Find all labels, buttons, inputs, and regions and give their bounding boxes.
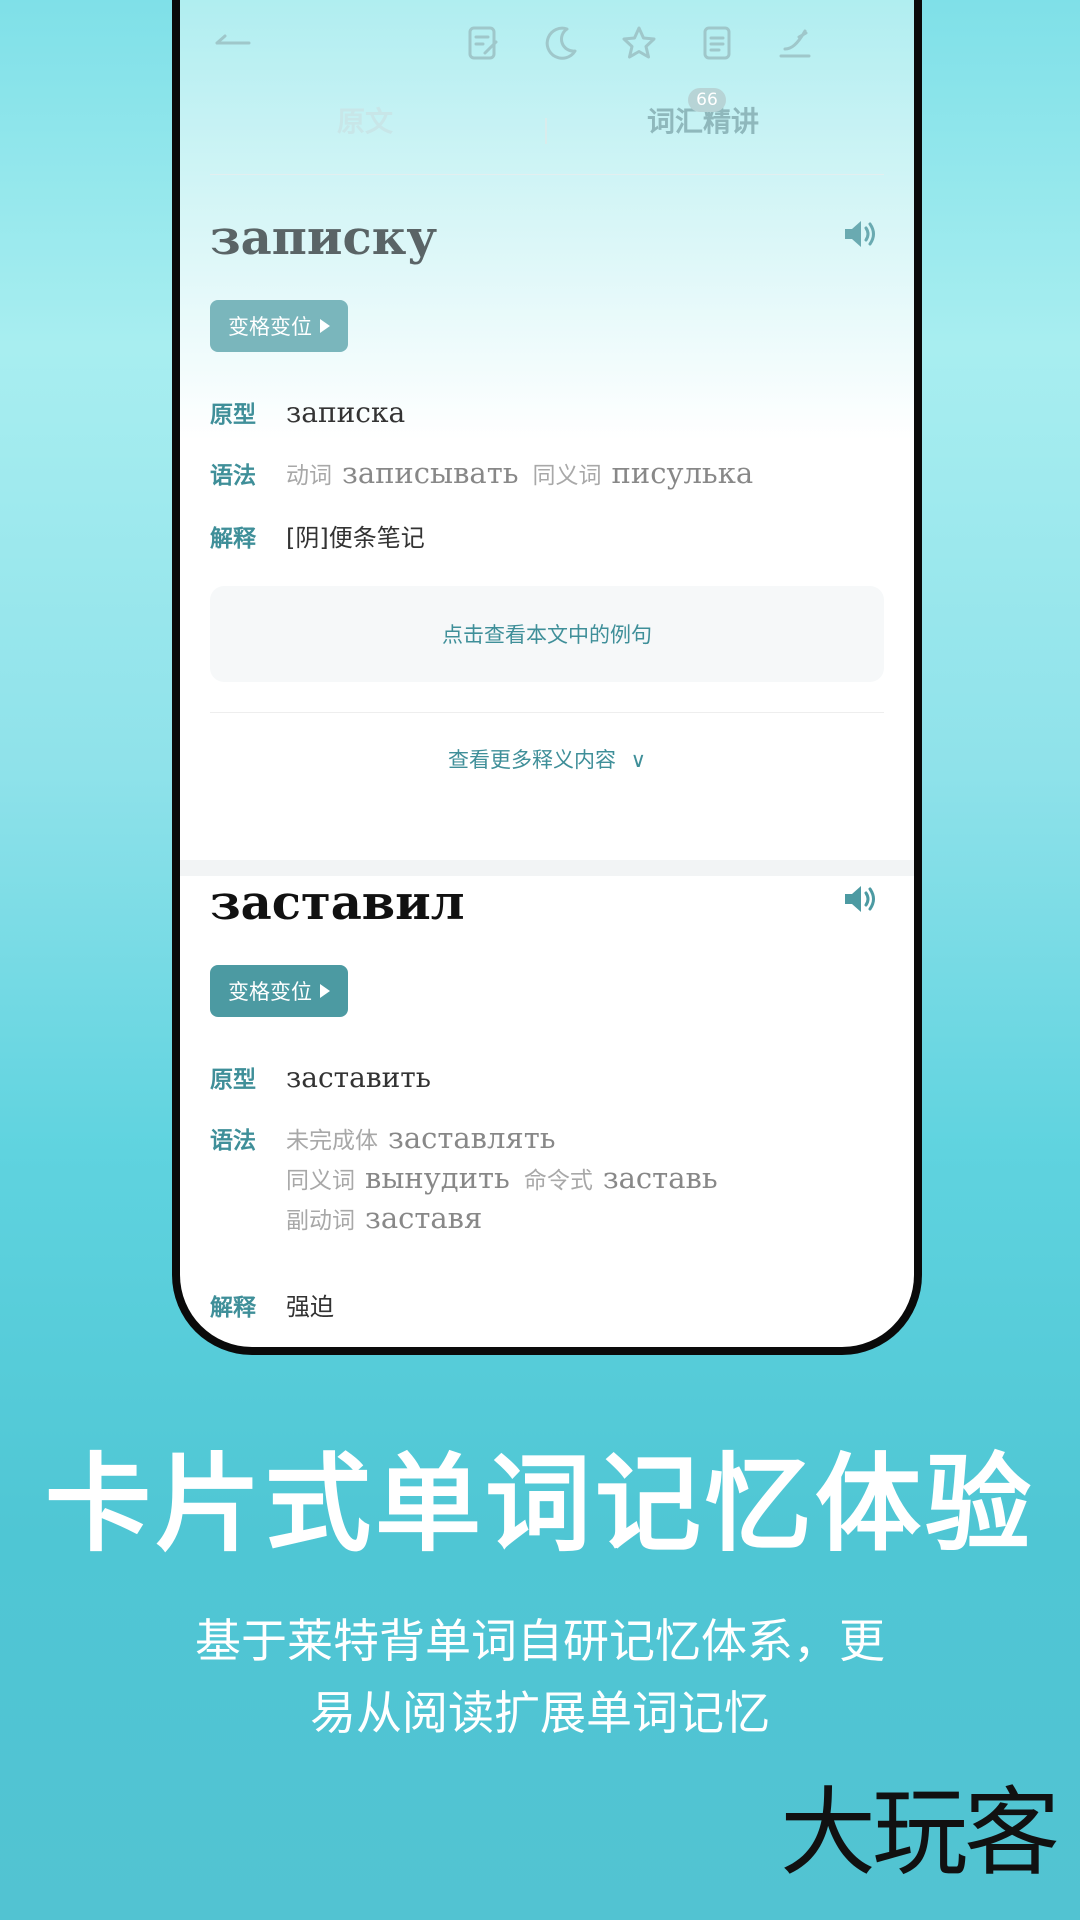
meaning-value: [阴]便条笔记	[286, 524, 425, 552]
card-gap	[180, 860, 914, 876]
grammar-line: 副动词 заставя	[286, 1201, 732, 1235]
promo-subline-2: 易从阅读扩展单词记忆	[310, 1686, 770, 1740]
meaning-row: 解释 [阴]便条笔记	[210, 518, 884, 553]
meaning-label: 解释	[210, 1295, 256, 1321]
meaning-row: 解释 强迫	[210, 1287, 884, 1322]
base-form-row: 原型 заставить	[210, 1060, 884, 1094]
grammar-word[interactable]: заставь	[603, 1161, 718, 1195]
grammar-label: 语法	[210, 1128, 256, 1154]
more-definitions-label: 查看更多释义内容	[447, 748, 616, 772]
promo-subline: 基于莱特背单词自研记忆体系，更 易从阅读扩展单词记忆	[120, 1605, 960, 1749]
grammar-tag: 未完成体	[286, 1128, 378, 1154]
base-form-value: заставить	[286, 1061, 431, 1094]
base-form-label: 原型	[210, 1067, 256, 1093]
grammar-line: 同义词 вынудить 命令式 заставь	[286, 1161, 732, 1195]
grammar-tag: 副动词	[286, 1208, 355, 1234]
note-edit-icon[interactable]	[458, 18, 508, 68]
inflection-button-label: 变格变位	[228, 315, 312, 339]
grammar-lines: 未完成体 заставлять 同义词 вынудить 命令式 заставь…	[286, 1121, 732, 1235]
speaker-icon[interactable]	[840, 879, 880, 919]
tab-divider	[545, 118, 547, 144]
grammar-word[interactable]: записывать	[342, 456, 519, 490]
grammar-word[interactable]: заставя	[365, 1201, 482, 1235]
star-icon[interactable]	[614, 18, 664, 68]
chevron-down-icon: ∨	[630, 748, 647, 772]
speaker-icon[interactable]	[840, 214, 880, 254]
word-title: записку	[210, 210, 438, 266]
grammar-row: 语法 未完成体 заставлять 同义词 вынудить 命令式 заст…	[210, 1121, 884, 1235]
tab-original[interactable]: 原文	[337, 100, 393, 140]
more-definitions-link[interactable]: 查看更多释义内容 ∨	[210, 744, 884, 774]
grammar-tag: 同义词	[286, 1168, 355, 1194]
document-icon[interactable]	[692, 18, 742, 68]
inflection-button-label: 变格变位	[228, 980, 312, 1004]
promo-subline-1: 基于莱特背单词自研记忆体系，更	[195, 1614, 885, 1668]
brand-logo: 大玩客	[780, 1777, 1060, 1889]
grammar-word[interactable]: заставлять	[388, 1121, 556, 1155]
base-form-label: 原型	[210, 402, 256, 428]
signature-icon[interactable]	[770, 18, 820, 68]
grammar-lines: 动词 записывать 同义词 писулька	[286, 456, 767, 490]
toolbar	[180, 8, 914, 78]
grammar-word[interactable]: писулька	[612, 456, 754, 490]
grammar-label: 语法	[210, 463, 256, 489]
base-form-row: 原型 записка	[210, 395, 884, 429]
meaning-value: 强迫	[286, 1293, 334, 1321]
promo-headline: 卡片式单词记忆体验	[45, 1443, 1035, 1566]
play-triangle-icon	[320, 984, 330, 998]
grammar-word[interactable]: вынудить	[365, 1161, 510, 1195]
grammar-tag: 动词	[286, 463, 332, 489]
tab-underline	[210, 174, 884, 175]
grammar-tag: 同义词	[532, 463, 602, 489]
word-card-2: заставил 变格变位 原型 заставить 语法 未完成体 заста…	[210, 875, 884, 1347]
grammar-line: 未完成体 заставлять	[286, 1121, 732, 1155]
card-divider	[210, 712, 884, 713]
meaning-label: 解释	[210, 526, 256, 552]
phone-frame: 原文 词汇精讲 66 записку 变格变位 原型 записка 语法 动词…	[172, 0, 922, 1355]
play-triangle-icon	[320, 319, 330, 333]
inflection-button[interactable]: 变格变位	[210, 300, 348, 352]
base-form-value: записка	[286, 396, 406, 429]
inflection-button[interactable]: 变格变位	[210, 965, 348, 1017]
grammar-line: 动词 записывать 同义词 писулька	[286, 456, 767, 490]
back-arrow-icon[interactable]	[208, 18, 258, 68]
word-card-1: записку 变格变位 原型 записка 语法 动词 записывать…	[210, 210, 884, 830]
tab-bar: 原文 词汇精讲	[180, 100, 914, 160]
grammar-tag: 命令式	[523, 1168, 593, 1194]
grammar-row: 语法 动词 записывать 同义词 писулька	[210, 456, 884, 490]
vocabulary-count-badge: 66	[688, 88, 726, 112]
view-examples-button[interactable]: 点击查看本文中的例句	[210, 586, 884, 682]
word-title: заставил	[210, 875, 465, 931]
moon-icon[interactable]	[536, 18, 586, 68]
